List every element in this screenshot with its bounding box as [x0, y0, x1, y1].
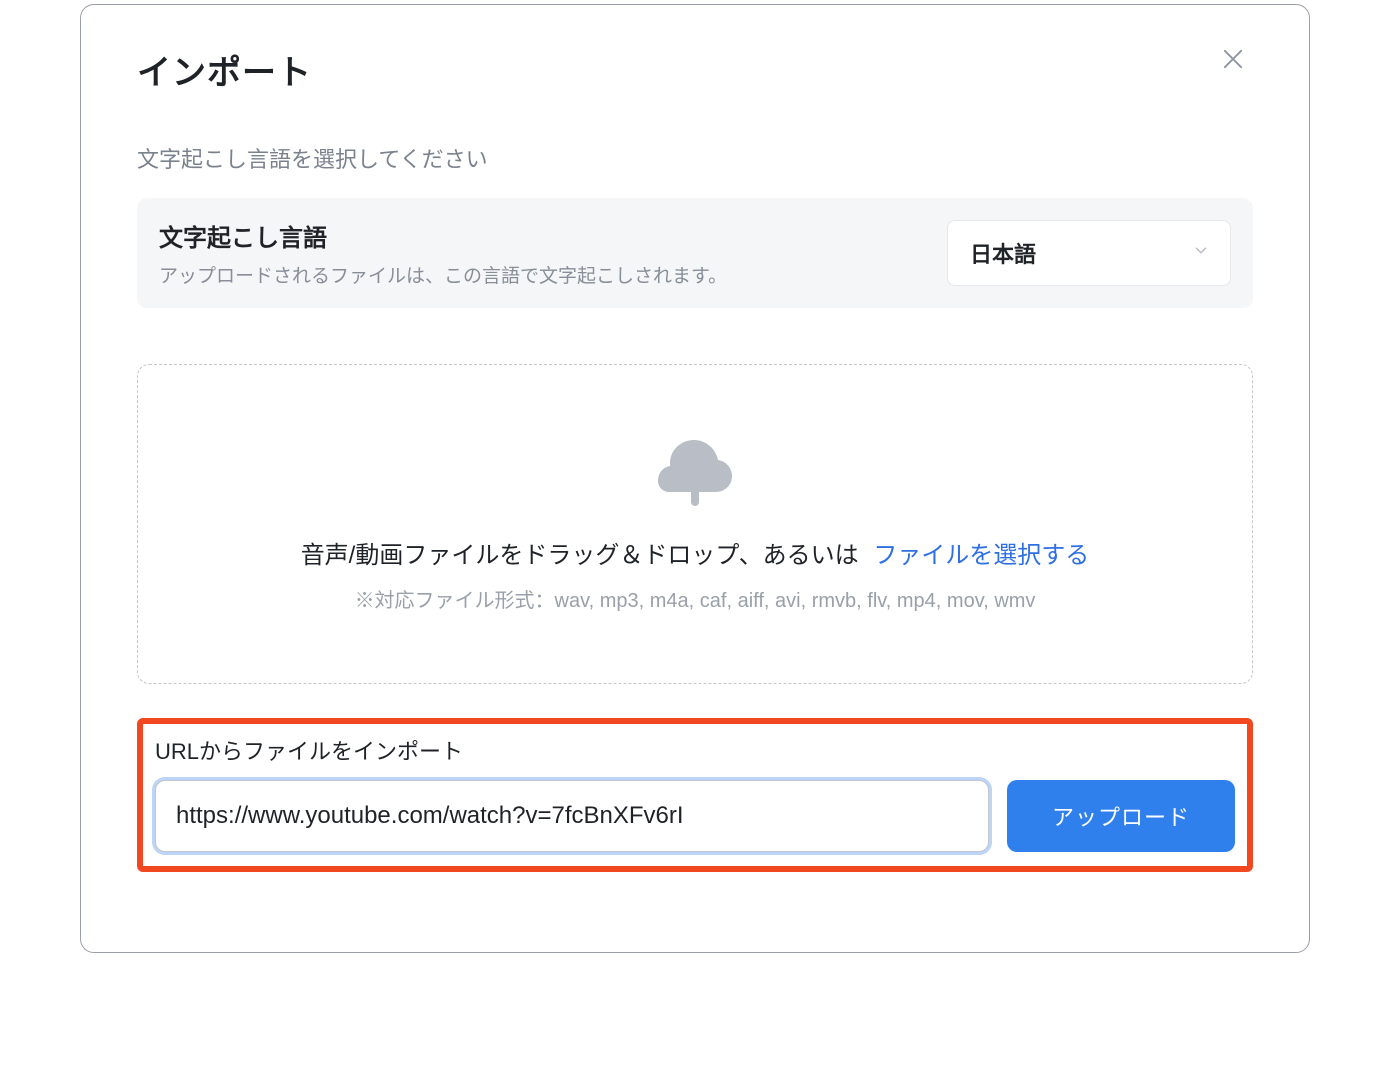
language-card-title: 文字起こし言語 — [159, 218, 727, 253]
language-card: 文字起こし言語 アップロードされるファイルは、この言語で文字起こしされます。 日… — [137, 198, 1253, 308]
close-button[interactable] — [1213, 45, 1253, 78]
url-import-section: URLからファイルをインポート アップロード — [137, 718, 1253, 872]
modal-title: インポート — [137, 45, 312, 94]
modal-header: インポート — [137, 45, 1253, 94]
dropzone-formats: ※対応ファイル形式：wav, mp3, m4a, caf, aiff, avi,… — [355, 584, 1036, 613]
language-section-subtitle: 文字起こし言語を選択してください — [137, 142, 1253, 174]
chevron-down-icon — [1192, 242, 1210, 265]
language-card-text: 文字起こし言語 アップロードされるファイルは、この言語で文字起こしされます。 — [159, 218, 727, 288]
close-icon — [1219, 44, 1247, 80]
upload-button[interactable]: アップロード — [1007, 780, 1235, 852]
language-select-value: 日本語 — [970, 237, 1036, 269]
url-import-row: アップロード — [155, 780, 1235, 852]
cloud-upload-icon — [656, 436, 734, 513]
dropzone-text: 音声/動画ファイルをドラッグ＆ドロップ、あるいは ファイルを選択する — [301, 535, 1090, 570]
language-select[interactable]: 日本語 — [947, 220, 1231, 286]
file-dropzone[interactable]: 音声/動画ファイルをドラッグ＆ドロップ、あるいは ファイルを選択する ※対応ファ… — [137, 364, 1253, 684]
language-card-description: アップロードされるファイルは、この言語で文字起こしされます。 — [159, 261, 727, 288]
import-modal: インポート 文字起こし言語を選択してください 文字起こし言語 アップロードされる… — [80, 4, 1310, 953]
url-import-label: URLからファイルをインポート — [155, 734, 1235, 766]
dropzone-text-prefix: 音声/動画ファイルをドラッグ＆ドロップ、あるいは — [301, 542, 866, 569]
url-input[interactable] — [155, 780, 989, 852]
file-select-link[interactable]: ファイルを選択する — [873, 542, 1089, 569]
